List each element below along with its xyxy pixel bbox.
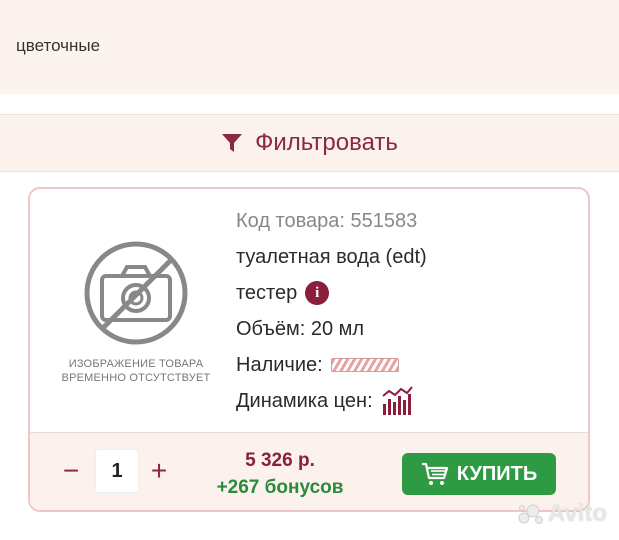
price-dynamics-row: Динамика цен: [236,383,576,419]
quantity-input[interactable] [95,449,139,493]
product-type: туалетная вода (edt) [236,246,427,268]
category-tag[interactable]: цветочные [16,36,100,56]
bonus-amount: +267 бонусов [216,477,344,498]
purchase-bar: − + 5 326 р. +267 бонусов КУПИТЬ [30,432,588,510]
price-dynamics-label: Динамика цен: [236,390,373,412]
funnel-icon [222,134,243,152]
availability-indicator [330,358,399,372]
buy-label: КУПИТЬ [456,462,538,485]
availability-label: Наличие: [236,354,323,376]
filter-label: Фильтровать [255,129,398,156]
product-info: Код товара: 551583 туалетная вода (edt) … [236,203,576,419]
price-amount: 5 326 р. [245,450,315,471]
product-card: ИЗОБРАЖЕНИЕ ТОВАРА ВРЕМЕННО ОТСУТСТВУЕТ … [28,187,590,512]
avito-watermark: Avito [518,500,607,528]
availability-row: Наличие: [236,347,576,383]
cart-icon [421,462,448,485]
price-chart-icon[interactable] [381,386,413,416]
buy-button[interactable]: КУПИТЬ [402,453,556,495]
info-icon[interactable]: i [305,281,330,305]
filter-button[interactable]: Фильтровать [0,114,619,172]
price-block: 5 326 р. +267 бонусов [205,447,355,501]
photo-caption-line-1: ИЗОБРАЖЕНИЕ ТОВАРА [68,358,204,370]
quantity-increase-button[interactable]: + [144,451,174,491]
avito-logo-icon [518,504,543,524]
watermark-text: Avito [547,500,607,527]
product-code: Код товара: 551583 [236,210,418,232]
no-camera-icon [84,241,188,345]
tester-label: тестер [236,282,298,304]
product-photo-placeholder: ИЗОБРАЖЕНИЕ ТОВАРА ВРЕМЕННО ОТСУТСТВУЕТ [56,239,216,389]
category-panel: цветочные [0,0,619,94]
product-volume: Объём: 20 мл [236,318,365,340]
photo-caption-line-2: ВРЕМЕННО ОТСУТСТВУЕТ [61,372,211,384]
tester-row: тестер i [236,275,576,311]
quantity-decrease-button[interactable]: − [56,451,86,491]
